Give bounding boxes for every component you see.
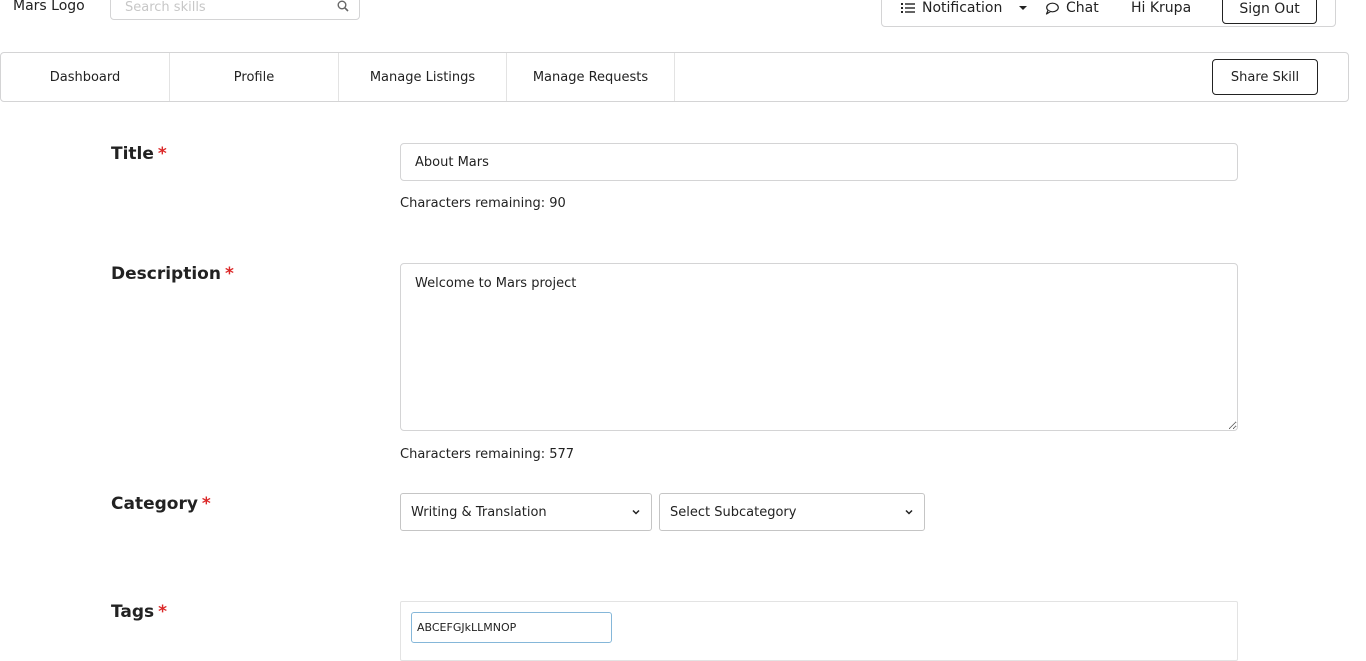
description-label: Description * bbox=[111, 264, 234, 284]
required-marker: * bbox=[157, 144, 167, 164]
search-icon[interactable] bbox=[337, 0, 349, 12]
nav-item-manage-listings[interactable]: Manage Listings bbox=[339, 53, 507, 101]
required-marker: * bbox=[158, 602, 168, 622]
title-chars-remaining: Characters remaining: 90 bbox=[400, 196, 566, 211]
caret-down-icon bbox=[1019, 6, 1028, 10]
category-label: Category * bbox=[111, 494, 211, 514]
main-nav: Dashboard Profile Manage Listings Manage… bbox=[0, 52, 1349, 102]
chevron-down-icon bbox=[905, 509, 913, 515]
required-marker: * bbox=[201, 494, 211, 514]
description-chars-remaining: Characters remaining: 577 bbox=[400, 447, 575, 462]
sign-out-button[interactable]: Sign Out bbox=[1222, 0, 1317, 24]
notification-dropdown[interactable]: Notification bbox=[901, 0, 1031, 17]
tags-label: Tags * bbox=[111, 602, 167, 622]
title-label-text: Title bbox=[111, 144, 154, 164]
category-label-text: Category bbox=[111, 494, 198, 514]
chat-link[interactable]: Chat bbox=[1045, 0, 1099, 17]
mars-logo[interactable]: Mars Logo bbox=[13, 0, 85, 16]
chat-label: Chat bbox=[1066, 0, 1099, 16]
chat-bubble-icon bbox=[1045, 2, 1059, 15]
category-selected-value: Writing & Translation bbox=[411, 504, 547, 520]
user-greeting[interactable]: Hi Krupa bbox=[1131, 0, 1191, 17]
description-textarea[interactable]: Welcome to Mars project bbox=[400, 263, 1238, 431]
subcategory-select[interactable]: Select Subcategory bbox=[659, 493, 925, 531]
nav-item-dashboard[interactable]: Dashboard bbox=[1, 53, 170, 101]
category-select[interactable]: Writing & Translation bbox=[400, 493, 652, 531]
tags-label-text: Tags bbox=[111, 602, 155, 622]
title-input[interactable] bbox=[400, 143, 1238, 181]
share-skill-button[interactable]: Share Skill bbox=[1212, 59, 1318, 95]
nav-item-profile[interactable]: Profile bbox=[170, 53, 339, 101]
list-icon bbox=[901, 3, 915, 13]
tags-input[interactable] bbox=[411, 612, 612, 643]
required-marker: * bbox=[224, 264, 234, 284]
chevron-down-icon bbox=[632, 509, 640, 515]
tags-container[interactable] bbox=[400, 601, 1238, 661]
description-label-text: Description bbox=[111, 264, 221, 284]
search-box bbox=[110, 0, 360, 20]
search-input[interactable] bbox=[123, 0, 323, 16]
notification-label: Notification bbox=[922, 0, 1003, 16]
title-label: Title * bbox=[111, 144, 167, 164]
subcategory-selected-value: Select Subcategory bbox=[670, 504, 797, 520]
nav-item-manage-requests[interactable]: Manage Requests bbox=[507, 53, 675, 101]
user-menu: Notification Chat Hi Krupa Sign Out bbox=[881, 0, 1336, 27]
